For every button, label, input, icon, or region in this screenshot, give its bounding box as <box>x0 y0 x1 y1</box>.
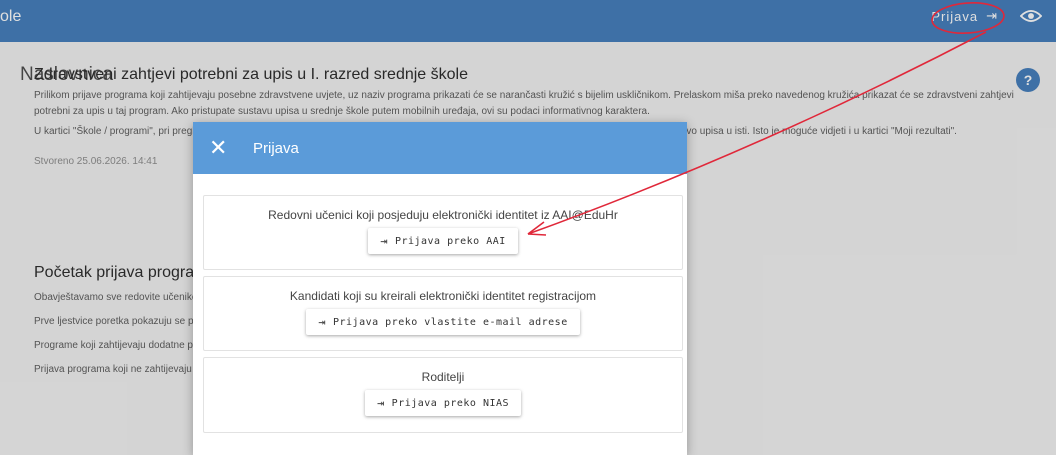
annotation-overlay <box>527 2 1005 236</box>
annotation-arrow <box>527 31 987 235</box>
annotation-circle <box>931 2 1005 34</box>
